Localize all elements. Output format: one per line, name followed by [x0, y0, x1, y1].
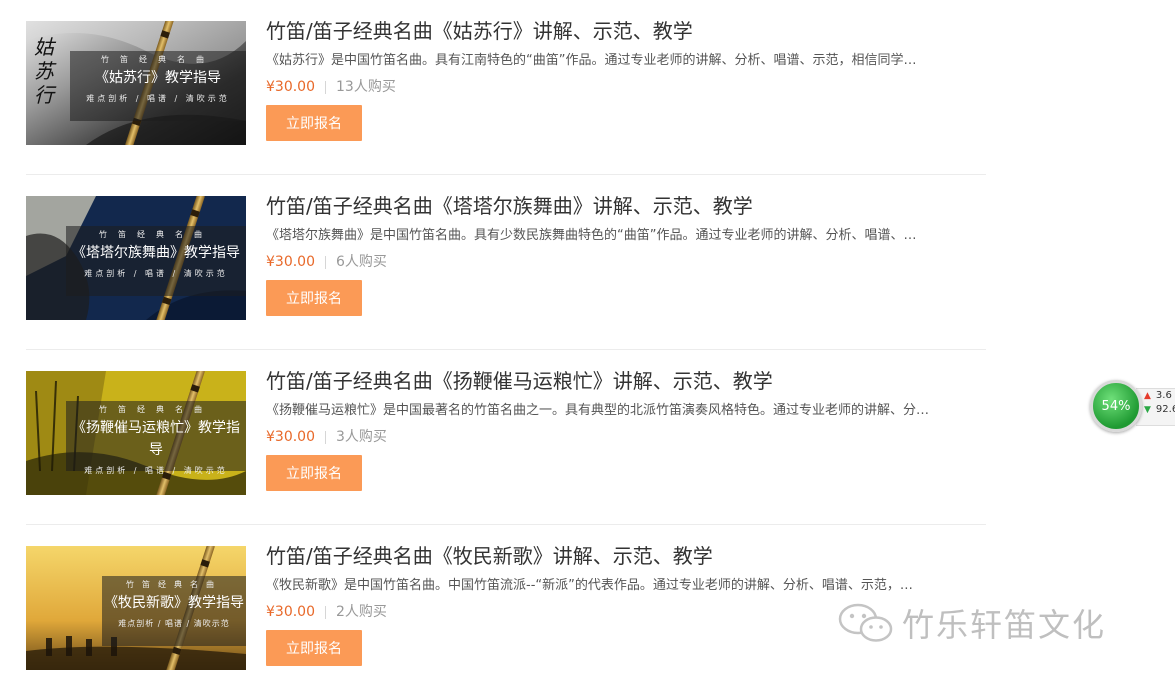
meta-divider [325, 430, 326, 444]
course-price: ¥30.00 [266, 254, 315, 270]
course-price: ¥30.00 [266, 429, 315, 445]
course-meta: ¥30.00 6人购买 [266, 253, 986, 271]
thumb-name: 《姑苏行》教学指导 [95, 70, 221, 86]
course-info: 竹笛/笛子经典名曲《塔塔尔族舞曲》讲解、示范、教学 《塔塔尔族舞曲》是中国竹笛名… [266, 192, 986, 316]
course-info: 竹笛/笛子经典名曲《扬鞭催马运粮忙》讲解、示范、教学 《扬鞭催马运粮忙》是中国最… [266, 367, 986, 491]
upload-speed: 3.6 [1155, 390, 1172, 401]
course-description: 《扬鞭催马运粮忙》是中国最著名的竹笛名曲之一。具有典型的北派竹笛演奏风格特色。通… [266, 403, 930, 418]
course-thumbnail[interactable]: 竹笛经典名曲 《牧民新歌》教学指导 难点剖析 / 唱谱 / 清吹示范 [26, 546, 246, 670]
thumb-series: 竹笛经典名曲 [101, 55, 215, 64]
calligraphy-text: 姑苏行 [34, 35, 54, 107]
thumb-name: 《塔塔尔族舞曲》教学指导 [72, 245, 240, 261]
course-buyers: 13人购买 [336, 79, 396, 95]
course-price: ¥30.00 [266, 604, 315, 620]
meta-divider [325, 255, 326, 269]
course-info: 竹笛/笛子经典名曲《姑苏行》讲解、示范、教学 《姑苏行》是中国竹笛名曲。具有江南… [266, 17, 986, 141]
course-description: 《姑苏行》是中国竹笛名曲。具有江南特色的“曲笛”作品。通过专业老师的讲解、分析、… [266, 53, 917, 68]
course-title[interactable]: 竹笛/笛子经典名曲《牧民新歌》讲解、示范、教学 [266, 542, 986, 570]
enroll-button[interactable]: 立即报名 [266, 280, 362, 316]
course-meta: ¥30.00 13人购买 [266, 78, 986, 96]
thumb-tags: 难点剖析 / 唱谱 / 清吹示范 [84, 466, 228, 475]
course-price: ¥30.00 [266, 79, 315, 95]
download-speed: 92.6 [1155, 404, 1175, 415]
thumb-tags: 难点剖析 / 唱谱 / 清吹示范 [84, 269, 228, 278]
thumb-series: 竹笛经典名曲 [99, 405, 213, 414]
meta-divider [325, 605, 326, 619]
arrow-down-icon: ▼ [1144, 405, 1151, 415]
course-list: 姑苏行 竹笛经典名曲 《姑苏行》教学指导 难点剖析 / 唱谱 / 清吹示范 竹笛… [26, 0, 986, 700]
course-title[interactable]: 竹笛/笛子经典名曲《塔塔尔族舞曲》讲解、示范、教学 [266, 192, 986, 220]
course-buyers: 2人购买 [336, 604, 387, 620]
watermark: 竹乐轩笛文化 [836, 600, 1106, 646]
course-description: 《牧民新歌》是中国竹笛名曲。中国竹笛流派--“新派”的代表作品。通过专业老师的讲… [266, 578, 913, 593]
thumbnail-caption: 竹笛经典名曲 《姑苏行》教学指导 难点剖析 / 唱谱 / 清吹示范 [70, 51, 246, 121]
thumb-series: 竹笛经典名曲 [99, 230, 213, 239]
thumbnail-caption: 竹笛经典名曲 《牧民新歌》教学指导 难点剖析 / 唱谱 / 清吹示范 [102, 576, 246, 646]
enroll-button[interactable]: 立即报名 [266, 630, 362, 666]
course-thumbnail[interactable]: 竹笛经典名曲 《扬鞭催马运粮忙》教学指导 难点剖析 / 唱谱 / 清吹示范 [26, 371, 246, 495]
enroll-button[interactable]: 立即报名 [266, 455, 362, 491]
enroll-button[interactable]: 立即报名 [266, 105, 362, 141]
thumb-name: 《扬鞭催马运粮忙》教学指导 [72, 420, 240, 458]
watermark-text: 竹乐轩笛文化 [902, 606, 1107, 644]
course-thumbnail[interactable]: 姑苏行 竹笛经典名曲 《姑苏行》教学指导 难点剖析 / 唱谱 / 清吹示范 [26, 21, 246, 145]
wechat-icon [838, 603, 893, 642]
course-meta: ¥30.00 3人购买 [266, 428, 986, 446]
thumb-name: 《牧民新歌》教学指导 [104, 595, 244, 611]
thumb-series: 竹笛经典名曲 [126, 580, 222, 589]
course-buyers: 6人购买 [336, 254, 387, 270]
course-thumbnail[interactable]: 竹笛经典名曲 《塔塔尔族舞曲》教学指导 难点剖析 / 唱谱 / 清吹示范 [26, 196, 246, 320]
course-item: 姑苏行 竹笛经典名曲 《姑苏行》教学指导 难点剖析 / 唱谱 / 清吹示范 竹笛… [26, 0, 986, 175]
course-item: 竹笛经典名曲 《塔塔尔族舞曲》教学指导 难点剖析 / 唱谱 / 清吹示范 竹笛/… [26, 175, 986, 350]
thumbnail-caption: 竹笛经典名曲 《塔塔尔族舞曲》教学指导 难点剖析 / 唱谱 / 清吹示范 [66, 226, 246, 296]
thumb-tags: 难点剖析 / 唱谱 / 清吹示范 [118, 619, 230, 628]
usage-gauge[interactable]: 54% [1090, 380, 1142, 432]
arrow-up-icon: ▲ [1144, 391, 1151, 401]
thumb-tags: 难点剖析 / 唱谱 / 清吹示范 [86, 94, 230, 103]
course-title[interactable]: 竹笛/笛子经典名曲《姑苏行》讲解、示范、教学 [266, 17, 986, 45]
course-buyers: 3人购买 [336, 429, 387, 445]
course-title[interactable]: 竹笛/笛子经典名曲《扬鞭催马运粮忙》讲解、示范、教学 [266, 367, 986, 395]
meta-divider [325, 80, 326, 94]
course-item: 竹笛经典名曲 《扬鞭催马运粮忙》教学指导 难点剖析 / 唱谱 / 清吹示范 竹笛… [26, 350, 986, 525]
thumbnail-caption: 竹笛经典名曲 《扬鞭催马运粮忙》教学指导 难点剖析 / 唱谱 / 清吹示范 [66, 401, 246, 475]
course-description: 《塔塔尔族舞曲》是中国竹笛名曲。具有少数民族舞曲特色的“曲笛”作品。通过专业老师… [266, 228, 917, 243]
